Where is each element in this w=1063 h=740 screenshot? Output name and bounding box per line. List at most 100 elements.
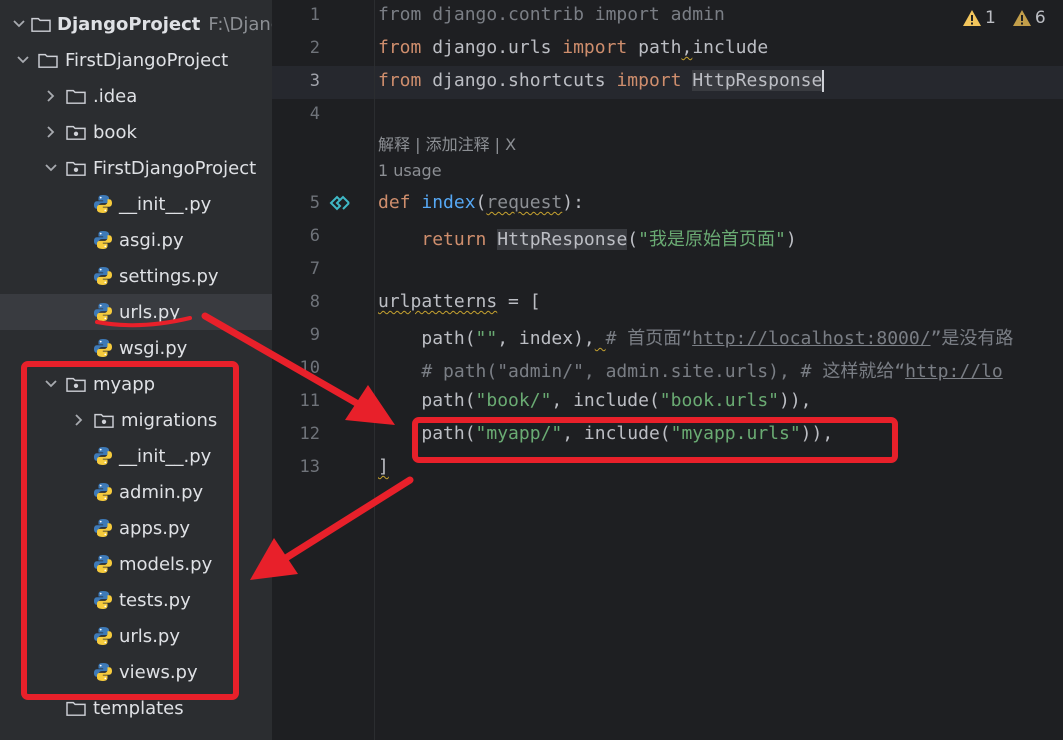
line-number[interactable]: 5 <box>272 193 320 213</box>
tree-item[interactable]: settings.py <box>0 258 272 294</box>
token-string: "" <box>475 328 498 349</box>
chevron-placeholder <box>70 555 88 573</box>
token-paren: ( <box>475 192 487 213</box>
token-module: django.shortcuts <box>421 70 617 91</box>
tree-item[interactable]: FirstDjangoProject <box>0 150 272 186</box>
tree-item[interactable]: .idea <box>0 78 272 114</box>
chevron-right-icon[interactable] <box>70 411 88 429</box>
tree-item-label: FirstDjangoProject <box>65 49 229 71</box>
chevron-right-icon[interactable] <box>42 87 60 105</box>
code-line-3[interactable]: from django.shortcuts import HttpRespons… <box>378 70 825 92</box>
line-number[interactable]: 9 <box>272 325 320 345</box>
token-function: index <box>421 192 476 213</box>
code-line-2[interactable]: from django.urls import path,include <box>378 37 768 58</box>
chevron-down-icon[interactable] <box>12 15 26 33</box>
tree-item[interactable]: __init__.py <box>0 186 272 222</box>
tree-item-label: settings.py <box>119 265 219 287</box>
package-folder-icon <box>64 374 88 394</box>
line-number[interactable]: 8 <box>272 292 320 312</box>
token-keyword: import <box>562 37 628 58</box>
tree-item[interactable]: book <box>0 114 272 150</box>
tree-item-label: models.py <box>119 553 213 575</box>
text-cursor <box>822 70 825 92</box>
code-line-12[interactable]: path("myapp/", include("myapp.urls")), <box>378 423 833 444</box>
line-number[interactable]: 3 <box>272 71 320 91</box>
chevron-down-icon[interactable] <box>42 375 60 393</box>
package-folder-icon <box>92 410 116 430</box>
warning-counter[interactable]: 6 <box>1012 8 1046 28</box>
token-module: django.urls <box>421 37 563 58</box>
tree-item[interactable]: wsgi.py <box>0 330 272 366</box>
token-keyword: import <box>616 70 682 91</box>
code-editor[interactable]: 1 2 3 4 5 6 7 8 9 10 11 12 13 1 6 from django.contri… <box>272 0 1063 740</box>
tree-item-label: __init__.py <box>119 445 212 467</box>
code-line-11[interactable]: path("book/", include("book.urls")), <box>378 390 812 411</box>
tree-item[interactable]: admin.py <box>0 474 272 510</box>
token-comment-link[interactable]: http://lo <box>905 361 1003 382</box>
chevron-placeholder <box>70 195 88 213</box>
token-comment-link[interactable]: http://localhost:8000/ <box>692 328 930 349</box>
line-number[interactable]: 12 <box>272 424 320 444</box>
code-line-9[interactable]: path("", index), # 首页面“http://localhost:… <box>378 324 1013 350</box>
token-args: , index), <box>497 328 595 349</box>
url-mapping-gutter-icon[interactable] <box>328 192 352 214</box>
chevron-placeholder <box>70 303 88 321</box>
code-line-13[interactable]: ] <box>378 456 389 477</box>
usages-hint[interactable]: 1 usage <box>378 161 442 180</box>
tree-item[interactable]: asgi.py <box>0 222 272 258</box>
line-number[interactable]: 10 <box>272 358 320 378</box>
token-string: "我是原始首页面" <box>638 229 786 250</box>
token-string: "book/" <box>475 390 552 411</box>
line-number[interactable]: 6 <box>272 226 320 246</box>
line-number[interactable]: 2 <box>272 38 320 58</box>
tree-item[interactable]: models.py <box>0 546 272 582</box>
ai-actions-hint[interactable]: 解释 | 添加注释 | X <box>378 131 516 155</box>
chevron-down-icon[interactable] <box>42 159 60 177</box>
tree-item[interactable]: urls.py <box>0 618 272 654</box>
tree-item[interactable]: FirstDjangoProject <box>0 42 272 78</box>
token-keyword: import <box>594 4 660 25</box>
tree-item[interactable]: myapp <box>0 366 272 402</box>
chevron-down-icon[interactable] <box>14 51 32 69</box>
folder-icon <box>30 14 52 34</box>
line-number-gutter: 1 2 3 4 5 6 7 8 9 10 11 12 13 <box>272 0 374 740</box>
token-keyword: def <box>378 192 411 213</box>
line-number[interactable]: 13 <box>272 457 320 477</box>
tree-item[interactable]: templates <box>0 690 272 726</box>
line-number[interactable]: 4 <box>272 104 320 124</box>
chevron-placeholder <box>70 627 88 645</box>
code-line-6[interactable]: return HttpResponse("我是原始首页面") <box>378 225 797 251</box>
code-line-10[interactable]: # path("admin/", admin.site.urls), # 这样就… <box>378 357 1003 383</box>
tree-item[interactable]: views.py <box>0 654 272 690</box>
inspection-widget[interactable]: 1 6 <box>962 8 1046 28</box>
tree-item-label: asgi.py <box>119 229 184 251</box>
python-file-icon <box>92 481 114 503</box>
token-comment: # 首页面“ <box>605 328 693 349</box>
tree-root-row[interactable]: DjangoProject F:\DjangoP <box>0 6 272 42</box>
code-line-1[interactable]: from django.contrib import admin <box>378 4 725 25</box>
token-paren: )), <box>779 390 812 411</box>
folder-icon <box>36 50 60 70</box>
line-number[interactable]: 7 <box>272 259 320 279</box>
tree-item[interactable]: apps.py <box>0 510 272 546</box>
token-name: admin <box>659 4 725 25</box>
line-number[interactable]: 1 <box>272 5 320 25</box>
folder-icon <box>64 698 88 718</box>
tree-item[interactable]: tests.py <box>0 582 272 618</box>
line-number[interactable]: 11 <box>272 391 320 411</box>
tree-item-label: wsgi.py <box>119 337 188 359</box>
tree-item-label: apps.py <box>119 517 191 539</box>
tree-item[interactable]: __init__.py <box>0 438 272 474</box>
chevron-right-icon[interactable] <box>42 123 60 141</box>
code-line-8[interactable]: urlpatterns = [ <box>378 291 541 312</box>
tree-item-label: FirstDjangoProject <box>93 157 257 179</box>
tree-item[interactable]: migrations <box>0 402 272 438</box>
weak-warning-counter[interactable]: 1 <box>962 8 996 28</box>
code-line-5[interactable]: def index(request): <box>378 192 584 213</box>
tree-item-label: migrations <box>121 409 218 431</box>
tree-item[interactable]: urls.py <box>0 294 272 330</box>
